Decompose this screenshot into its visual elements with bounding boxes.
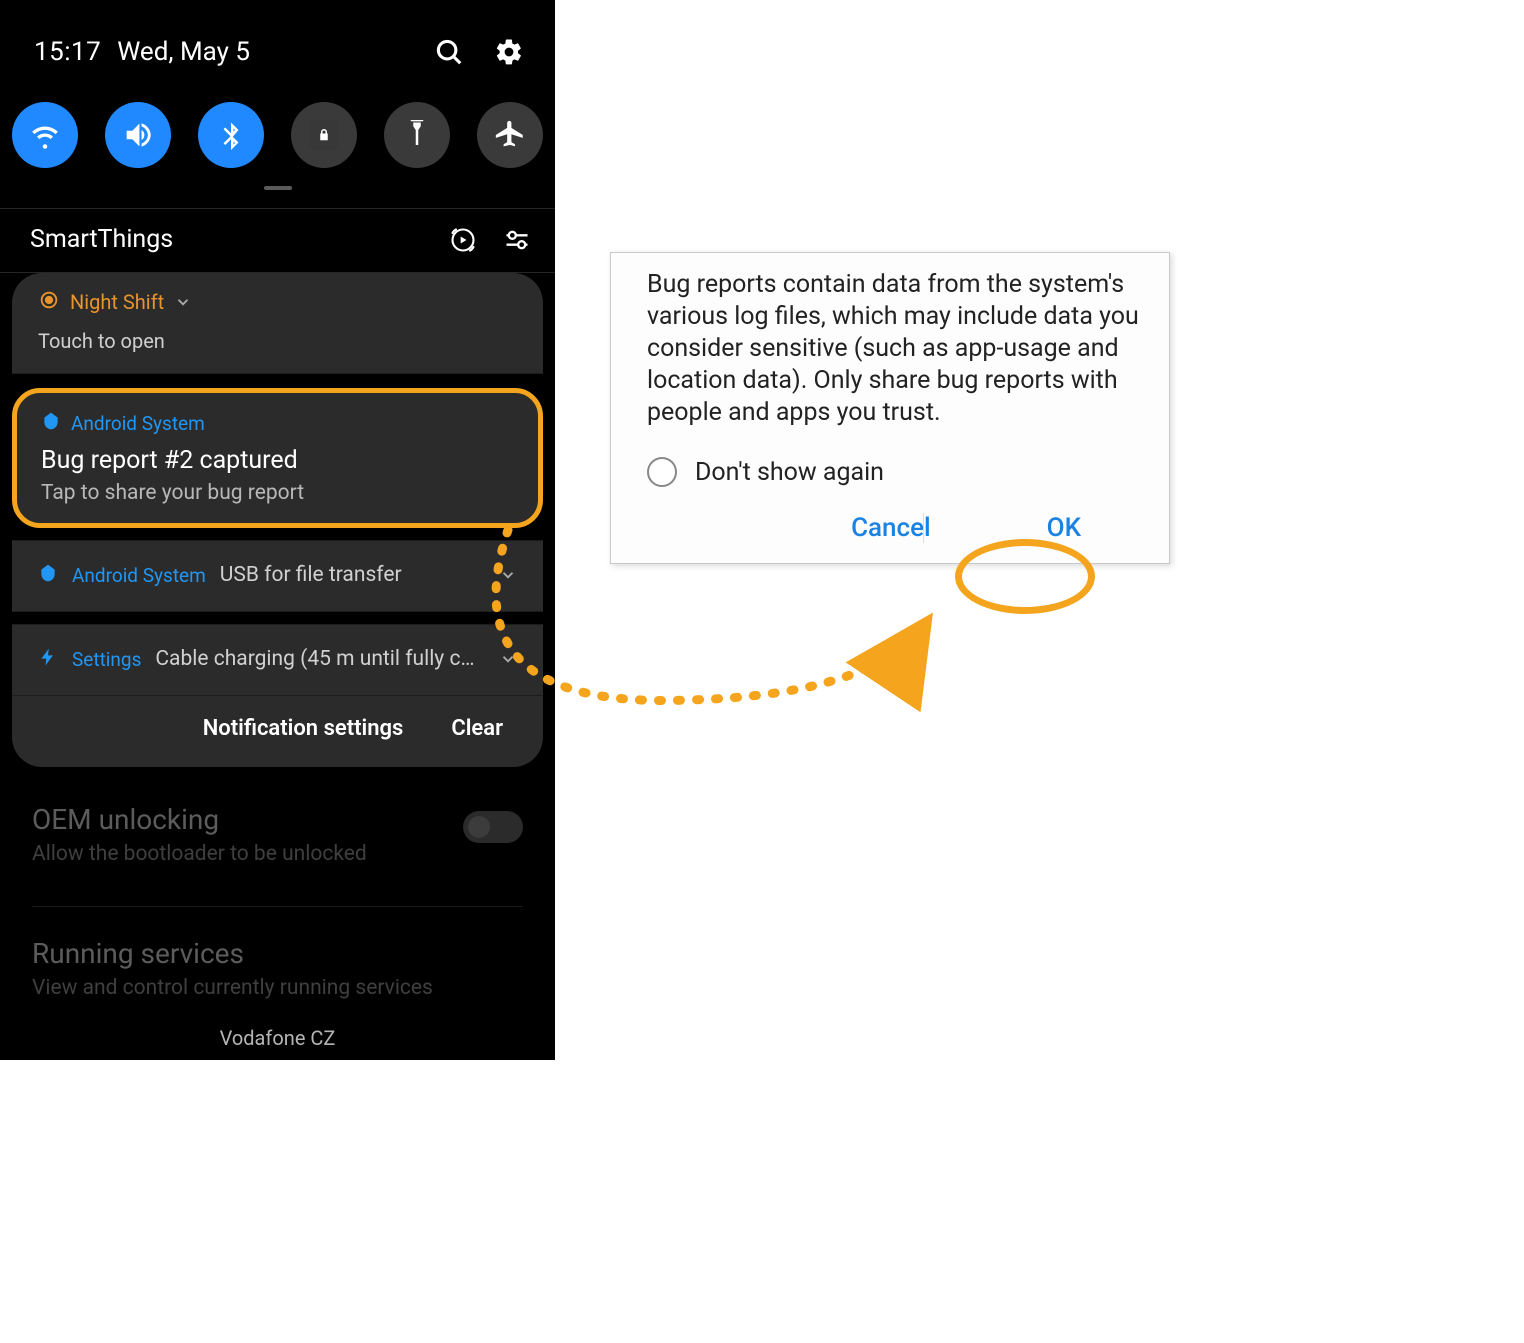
sound-toggle[interactable] — [105, 102, 171, 168]
expand-handle[interactable] — [264, 186, 292, 190]
notification-shade: 15:17 Wed, May 5 SmartTh — [0, 0, 555, 1060]
bug-report-notification[interactable]: Android System Bug report #2 captured Ta… — [12, 388, 543, 528]
airplane-toggle[interactable] — [477, 102, 543, 168]
dont-show-again-checkbox[interactable] — [647, 457, 677, 487]
charging-text: Cable charging (45 m until fully charg… — [155, 647, 485, 671]
oem-unlocking-toggle[interactable] — [463, 811, 523, 843]
android-system-icon — [38, 563, 58, 587]
notification-settings-button[interactable]: Notification settings — [203, 716, 404, 741]
usb-notification[interactable]: Android System USB for file transfer — [12, 540, 543, 612]
button-separator — [923, 513, 924, 543]
ok-button[interactable]: OK — [1047, 513, 1081, 543]
media-devices-icon[interactable] — [449, 226, 477, 254]
night-shift-notification[interactable]: Night Shift Touch to open — [12, 273, 543, 374]
quick-settings-row — [0, 92, 555, 172]
dont-show-again-label: Don't show again — [695, 458, 884, 487]
carrier-label: Vodafone CZ — [0, 1026, 555, 1050]
bluetooth-toggle[interactable] — [198, 102, 264, 168]
smartthings-title: SmartThings — [30, 225, 173, 254]
dont-show-again-row[interactable]: Don't show again — [647, 457, 1141, 487]
dialog-buttons: Cancel OK — [647, 505, 1141, 551]
dimmed-settings-background: OEM unlocking Allow the bootloader to be… — [0, 767, 555, 1060]
usb-app-label: Android System — [72, 564, 206, 587]
android-system-icon — [41, 411, 61, 436]
rotation-lock-toggle[interactable] — [291, 102, 357, 168]
charging-notification[interactable]: Settings Cable charging (45 m until full… — [12, 624, 543, 696]
lightning-icon — [38, 647, 58, 671]
oem-unlocking-sub: Allow the bootloader to be unlocked — [32, 842, 523, 866]
bug-notification-title: Bug report #2 captured — [41, 446, 514, 475]
running-services-sub: View and control currently running servi… — [32, 976, 523, 1000]
charging-app-label: Settings — [72, 648, 141, 671]
chevron-down-icon[interactable] — [499, 566, 517, 584]
running-services-title: Running services — [32, 937, 523, 970]
dialog-body-text: Bug reports contain data from the system… — [647, 269, 1141, 429]
chevron-down-icon[interactable] — [174, 293, 192, 311]
flashlight-toggle[interactable] — [384, 102, 450, 168]
clock-date: Wed, May 5 — [117, 37, 250, 67]
bug-notification-body: Tap to share your bug report — [41, 481, 514, 505]
bug-report-dialog: Bug reports contain data from the system… — [610, 252, 1170, 564]
smartthings-row[interactable]: SmartThings — [0, 209, 555, 272]
clear-notifications-button[interactable]: Clear — [451, 716, 503, 741]
device-control-icon[interactable] — [503, 226, 531, 254]
clock-time: 15:17 — [34, 37, 101, 67]
usb-text: USB for file transfer — [220, 563, 485, 587]
oem-unlocking-title: OEM unlocking — [32, 803, 523, 836]
night-shift-body: Touch to open — [38, 329, 517, 353]
night-shift-icon — [38, 289, 60, 315]
cancel-button[interactable]: Cancel — [851, 513, 931, 543]
status-bar: 15:17 Wed, May 5 — [0, 0, 555, 92]
search-icon[interactable] — [429, 32, 469, 72]
night-shift-title: Night Shift — [70, 290, 164, 314]
bug-app-label: Android System — [71, 412, 205, 435]
chevron-down-icon[interactable] — [499, 650, 517, 668]
settings-gear-icon[interactable] — [489, 32, 529, 72]
notification-actions: Notification settings Clear — [12, 696, 543, 767]
wifi-toggle[interactable] — [12, 102, 78, 168]
